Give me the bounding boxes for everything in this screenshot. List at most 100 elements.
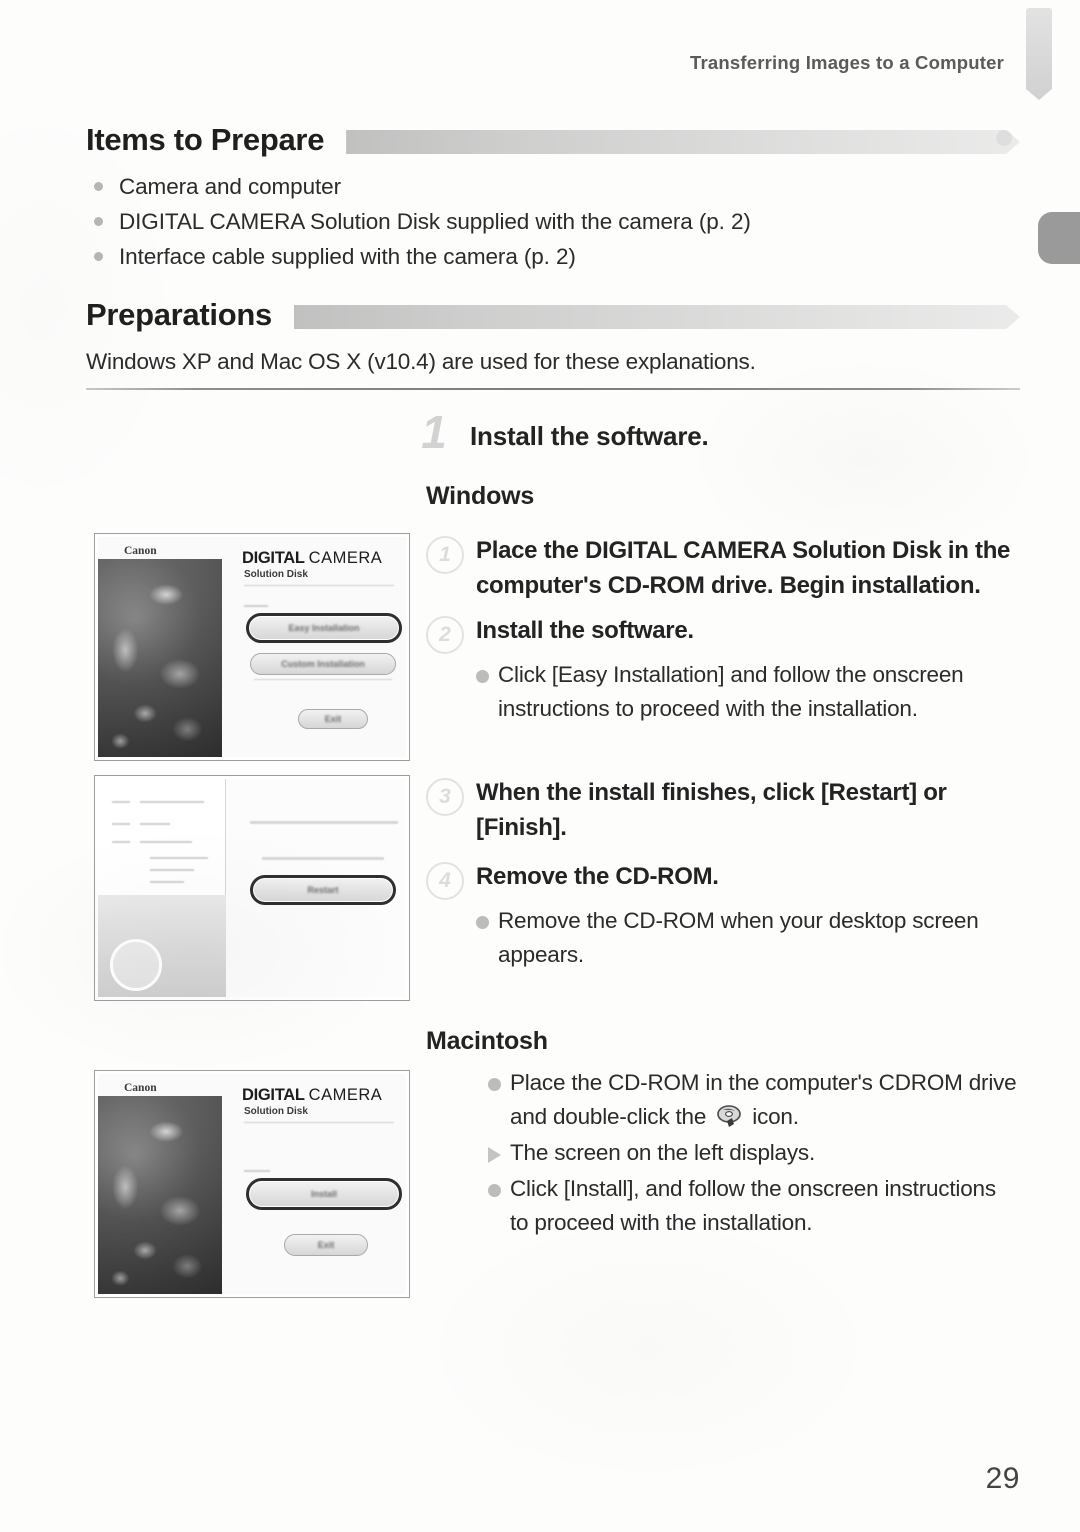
detail-text: Place the CD-ROM in the computer's CDROM… <box>510 1066 1020 1134</box>
bullet-dot-icon <box>476 670 489 683</box>
preparations-heading: Preparations <box>86 297 272 332</box>
screenshot-inner: Canon DIGITAL CAMERA Solution Disk Easy … <box>98 537 406 757</box>
installer-title: DIGITAL CAMERA <box>242 1086 382 1105</box>
content-row-windows-finish: Restart 3 When the install finishes, cli… <box>86 775 1020 1001</box>
button-label: Exit <box>317 1240 335 1250</box>
substep-number-badge: 2 <box>426 616 464 654</box>
screenshot-install-complete: Restart <box>94 775 410 1001</box>
installer-rule <box>244 1122 394 1123</box>
installer-button-exit[interactable]: Exit <box>298 709 368 729</box>
substep-title: When the install finishes, click [Restar… <box>476 779 947 841</box>
step-one-heading: 1 Install the software. <box>412 406 1020 458</box>
dialog-message-line <box>250 821 398 824</box>
dialog-button-restart[interactable]: Restart <box>250 875 396 905</box>
mac-detail-1: Place the CD-ROM in the computer's CDROM… <box>488 1066 1020 1134</box>
installer-subtitle: Solution Disk <box>244 1106 308 1117</box>
section-heading-row: Items to Prepare <box>86 122 1020 158</box>
bullet-dot-icon <box>476 916 489 929</box>
screenshot-installer-mac: Canon DIGITAL CAMERA Solution Disk Insta… <box>94 1070 410 1298</box>
bullet-dot-icon <box>488 1078 501 1091</box>
substep-title: Place the DIGITAL CAMERA Solution Disk i… <box>476 537 1011 599</box>
substep-number-badge: 4 <box>426 862 464 900</box>
step-title: Install the software. <box>470 421 709 451</box>
items-heading: Items to Prepare <box>86 122 325 157</box>
section-divider <box>86 388 1020 390</box>
installer-caption-line <box>244 605 268 607</box>
preparations-note: Windows XP and Mac OS X (v10.4) are used… <box>86 349 756 374</box>
substep-detail: Click [Easy Installation] and follow the… <box>476 658 1020 726</box>
installer-subtitle: Solution Disk <box>244 569 308 580</box>
instruction-column: Place the CD-ROM in the computer's CDROM… <box>412 1070 1020 1240</box>
canon-logo: Canon <box>124 1082 157 1094</box>
items-bullet-list: Camera and computer DIGITAL CAMERA Solut… <box>86 169 1020 274</box>
page-edge-tab-dark <box>1038 212 1080 264</box>
placeholder-line <box>112 801 130 803</box>
button-label: Exit <box>324 714 342 724</box>
page-content: Items to Prepare Camera and computer DIG… <box>86 0 1020 1532</box>
installer-button-easy-installation[interactable]: Easy Installation <box>246 613 402 643</box>
installer-photo-panel <box>98 559 222 757</box>
detail-text: Click [Install], and follow the onscreen… <box>510 1176 996 1235</box>
item-text: Interface cable supplied with the camera… <box>119 244 576 269</box>
installer-title-bold: DIGITAL <box>242 1086 305 1104</box>
installer-button-custom-installation[interactable]: Custom Installation <box>250 653 396 675</box>
item-text: Camera and computer <box>119 174 341 199</box>
placeholder-line <box>150 881 184 883</box>
installer-button-exit[interactable]: Exit <box>284 1234 368 1256</box>
detail-text: The screen on the left displays. <box>510 1140 816 1165</box>
bullet-dot-icon <box>94 217 103 226</box>
list-item: DIGITAL CAMERA Solution Disk supplied wi… <box>86 204 1020 239</box>
installer-title: DIGITAL CAMERA <box>242 549 382 568</box>
screenshot-column: Canon DIGITAL CAMERA Solution Disk Insta… <box>86 1070 412 1298</box>
bullet-dot-icon <box>94 252 103 261</box>
installer-title-thin: CAMERA <box>308 549 383 567</box>
instructions-body: 1 Install the software. Windows Canon DI… <box>86 406 1020 1298</box>
installer-title-thin: CAMERA <box>308 1086 383 1104</box>
substep-number-badge: 1 <box>426 536 464 574</box>
step-numeral: 1 <box>421 406 447 458</box>
section-items-to-prepare: Items to Prepare Camera and computer DIG… <box>86 122 1020 274</box>
installer-hint-line <box>254 679 392 680</box>
bullet-dot-icon <box>488 1184 501 1197</box>
button-label: Install <box>310 1189 337 1199</box>
substep-1: 1 Place the DIGITAL CAMERA Solution Disk… <box>426 533 1020 603</box>
os-heading-windows: Windows <box>426 482 535 510</box>
section-heading-row: Preparations <box>86 297 1020 333</box>
triangle-bullet-icon <box>488 1147 501 1163</box>
bullet-dot-icon <box>94 182 103 191</box>
screenshot-column: Restart <box>86 775 412 1001</box>
substep-detail: Remove the CD-ROM when your desktop scre… <box>476 904 1020 972</box>
detail-text: Click [Easy Installation] and follow the… <box>498 662 964 721</box>
list-item: Interface cable supplied with the camera… <box>86 239 1020 274</box>
installer-caption-line <box>244 1170 270 1172</box>
mac-detail-2: The screen on the left displays. <box>488 1136 1020 1170</box>
section-preparations: Preparations Windows XP and Mac OS X (v1… <box>86 297 1020 379</box>
substep-number-badge: 3 <box>426 778 464 816</box>
placeholder-line <box>140 823 170 825</box>
screenshot-inner: Canon DIGITAL CAMERA Solution Disk Insta… <box>98 1074 406 1294</box>
substep-4: 4 Remove the CD-ROM. <box>426 859 1020 900</box>
list-item: Camera and computer <box>86 169 1020 204</box>
placeholder-line <box>112 823 130 825</box>
cd-disc-icon <box>714 1104 744 1130</box>
os-heading-macintosh: Macintosh <box>426 1027 548 1055</box>
installer-photo-panel <box>98 1096 222 1294</box>
substep-2: 2 Install the software. <box>426 613 1020 654</box>
placeholder-line <box>150 869 194 871</box>
page-edge-tab-light <box>1026 8 1052 100</box>
installer-title-bold: DIGITAL <box>242 549 305 567</box>
installer-rule <box>244 585 394 586</box>
heading-gradient-bar <box>346 130 1020 154</box>
substep-title: Remove the CD-ROM. <box>476 863 719 890</box>
screenshot-inner: Restart <box>98 779 406 997</box>
substep-3: 3 When the install finishes, click [Rest… <box>426 775 1020 845</box>
placeholder-line <box>150 857 208 859</box>
placeholder-line <box>140 841 192 843</box>
button-label: Easy Installation <box>288 623 360 633</box>
dialog-photo-panel <box>98 895 226 997</box>
mac-detail-3: Click [Install], and follow the onscreen… <box>488 1172 1020 1240</box>
heading-gradient-bar <box>294 305 1020 329</box>
dialog-submessage-line <box>262 857 384 860</box>
placeholder-line <box>112 841 130 843</box>
installer-button-install[interactable]: Install <box>246 1178 402 1210</box>
